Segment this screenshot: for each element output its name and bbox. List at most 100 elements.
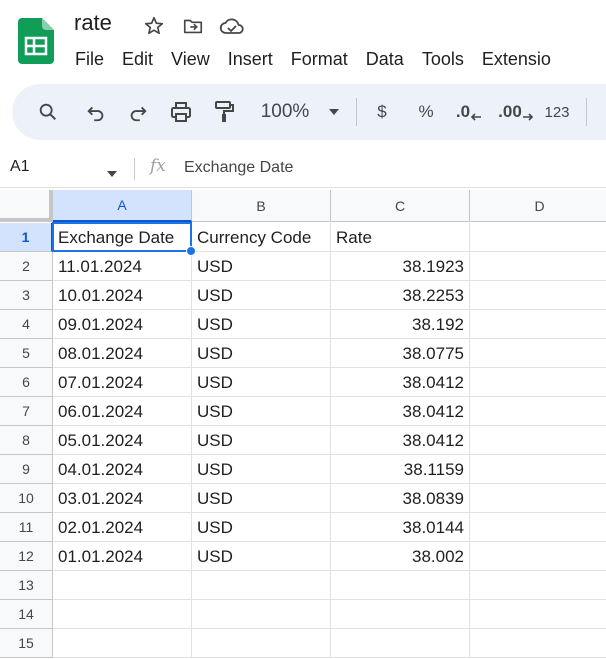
cell-c6[interactable]: 38.0412: [331, 368, 470, 397]
cell-b11[interactable]: USD: [192, 513, 331, 542]
row-header[interactable]: 3: [0, 281, 53, 310]
cell-a6[interactable]: 07.01.2024: [53, 368, 192, 397]
formula-input[interactable]: Exchange Date: [184, 159, 293, 177]
format-currency-button[interactable]: $: [370, 84, 394, 140]
print-icon[interactable]: [165, 84, 197, 140]
decrease-decimal-button[interactable]: .0: [452, 84, 486, 140]
menu-view[interactable]: View: [162, 44, 219, 74]
column-header-b[interactable]: B: [192, 190, 331, 222]
search-menus-icon[interactable]: [32, 84, 64, 140]
cell-c1[interactable]: Rate: [331, 223, 470, 252]
cell-a8[interactable]: 05.01.2024: [53, 426, 192, 455]
cell-a2[interactable]: 11.01.2024: [53, 252, 192, 281]
menu-extensions[interactable]: Extensio: [473, 44, 560, 74]
cell-d12[interactable]: [470, 542, 606, 571]
cell-d5[interactable]: [470, 339, 606, 368]
more-formats-button[interactable]: 123: [540, 84, 574, 140]
cell-b8[interactable]: USD: [192, 426, 331, 455]
menu-tools[interactable]: Tools: [413, 44, 473, 74]
cell-a5[interactable]: 08.01.2024: [53, 339, 192, 368]
cell-a7[interactable]: 06.01.2024: [53, 397, 192, 426]
increase-decimal-button[interactable]: .00: [496, 84, 536, 140]
menu-file[interactable]: File: [66, 44, 113, 74]
cell-b13[interactable]: [192, 571, 331, 600]
cell-c4[interactable]: 38.192: [331, 310, 470, 339]
cell-d14[interactable]: [470, 600, 606, 629]
cell-a11[interactable]: 02.01.2024: [53, 513, 192, 542]
cell-b7[interactable]: USD: [192, 397, 331, 426]
redo-icon[interactable]: [122, 84, 154, 140]
cell-b5[interactable]: USD: [192, 339, 331, 368]
cell-b14[interactable]: [192, 600, 331, 629]
menu-format[interactable]: Format: [282, 44, 357, 74]
cell-d15[interactable]: [470, 629, 606, 658]
fill-handle[interactable]: [186, 246, 196, 256]
cell-a1[interactable]: Exchange Date: [53, 223, 192, 252]
column-header-a[interactable]: A: [53, 190, 192, 222]
cell-d6[interactable]: [470, 368, 606, 397]
cell-c2[interactable]: 38.1923: [331, 252, 470, 281]
cell-c11[interactable]: 38.0144: [331, 513, 470, 542]
column-header-d[interactable]: D: [470, 190, 606, 222]
undo-icon[interactable]: [80, 84, 112, 140]
cell-b15[interactable]: [192, 629, 331, 658]
cell-c8[interactable]: 38.0412: [331, 426, 470, 455]
cell-a12[interactable]: 01.01.2024: [53, 542, 192, 571]
cell-d2[interactable]: [470, 252, 606, 281]
star-icon[interactable]: [140, 12, 168, 40]
cell-b10[interactable]: USD: [192, 484, 331, 513]
cell-b2[interactable]: USD: [192, 252, 331, 281]
cell-d8[interactable]: [470, 426, 606, 455]
select-all-corner[interactable]: [0, 190, 53, 222]
cell-a13[interactable]: [53, 571, 192, 600]
cell-a9[interactable]: 04.01.2024: [53, 455, 192, 484]
zoom-dropdown-icon[interactable]: [326, 84, 342, 140]
cell-c3[interactable]: 38.2253: [331, 281, 470, 310]
row-header[interactable]: 8: [0, 426, 53, 455]
menu-edit[interactable]: Edit: [113, 44, 162, 74]
cell-d10[interactable]: [470, 484, 606, 513]
paint-format-icon[interactable]: [208, 84, 240, 140]
row-header[interactable]: 9: [0, 455, 53, 484]
cell-d3[interactable]: [470, 281, 606, 310]
cell-a3[interactable]: 10.01.2024: [53, 281, 192, 310]
column-header-c[interactable]: C: [331, 190, 470, 222]
cell-b1[interactable]: Currency Code: [192, 223, 331, 252]
sheets-logo-icon[interactable]: [18, 18, 54, 64]
cell-c14[interactable]: [331, 600, 470, 629]
cell-b3[interactable]: USD: [192, 281, 331, 310]
cell-a15[interactable]: [53, 629, 192, 658]
zoom-select[interactable]: 100%: [252, 84, 318, 140]
cell-c7[interactable]: 38.0412: [331, 397, 470, 426]
cell-a4[interactable]: 09.01.2024: [53, 310, 192, 339]
row-header[interactable]: 7: [0, 397, 53, 426]
cell-c12[interactable]: 38.002: [331, 542, 470, 571]
row-header[interactable]: 6: [0, 368, 53, 397]
spreadsheet-grid[interactable]: A B C D 1 Exchange Date Currency Code Rate 2 11.0…: [0, 190, 606, 659]
menu-insert[interactable]: Insert: [219, 44, 282, 74]
cell-b6[interactable]: USD: [192, 368, 331, 397]
cell-d1[interactable]: [470, 223, 606, 252]
cloud-saved-icon[interactable]: [218, 12, 246, 40]
row-header[interactable]: 1: [0, 223, 53, 252]
row-header[interactable]: 4: [0, 310, 53, 339]
cell-d9[interactable]: [470, 455, 606, 484]
cell-d13[interactable]: [470, 571, 606, 600]
move-folder-icon[interactable]: [179, 12, 207, 40]
row-header[interactable]: 15: [0, 629, 53, 658]
row-header[interactable]: 14: [0, 600, 53, 629]
cell-c5[interactable]: 38.0775: [331, 339, 470, 368]
cell-c13[interactable]: [331, 571, 470, 600]
cell-b9[interactable]: USD: [192, 455, 331, 484]
row-header[interactable]: 11: [0, 513, 53, 542]
name-box-dropdown-icon[interactable]: [106, 165, 118, 183]
row-header[interactable]: 5: [0, 339, 53, 368]
cell-d7[interactable]: [470, 397, 606, 426]
row-header[interactable]: 10: [0, 484, 53, 513]
row-header[interactable]: 2: [0, 252, 53, 281]
row-header[interactable]: 12: [0, 542, 53, 571]
name-box[interactable]: A1: [10, 158, 30, 176]
cell-c9[interactable]: 38.1159: [331, 455, 470, 484]
cell-c15[interactable]: [331, 629, 470, 658]
format-percent-button[interactable]: %: [414, 84, 438, 140]
